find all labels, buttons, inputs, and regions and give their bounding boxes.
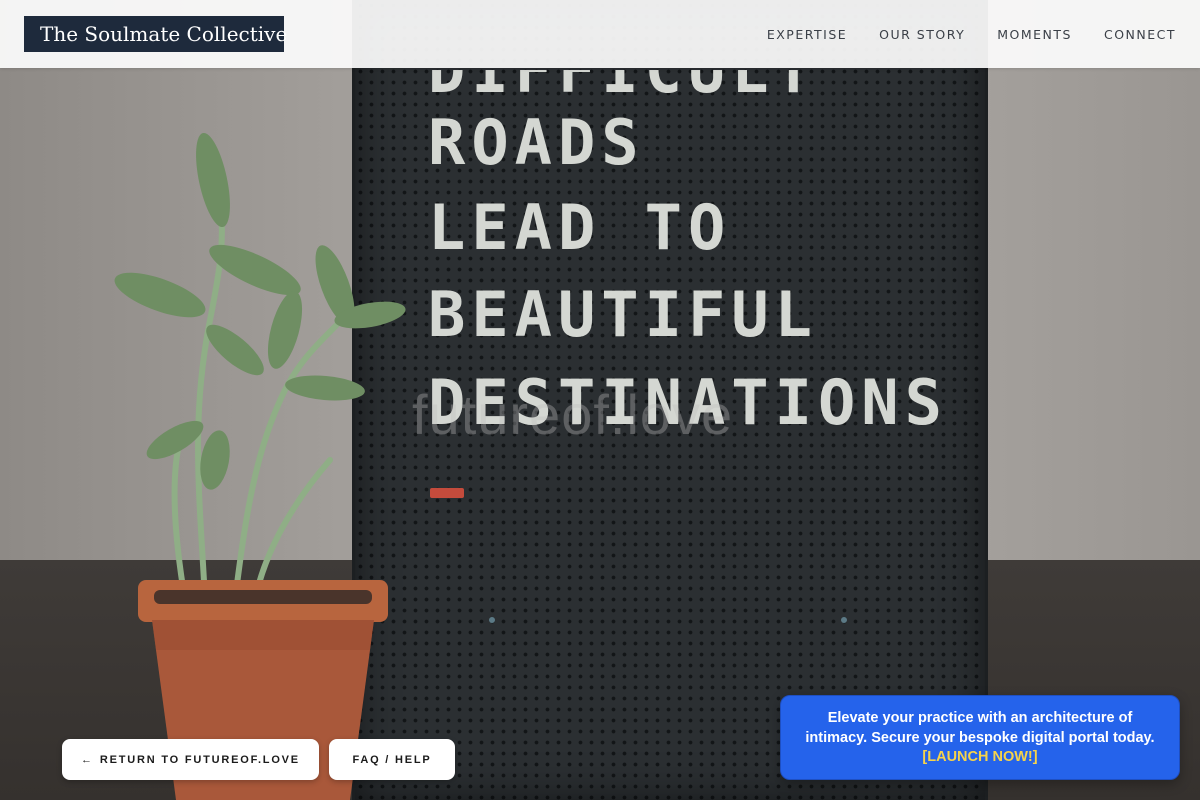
board-red-dash [430,488,464,498]
nav-expertise[interactable]: EXPERTISE [767,27,847,42]
faq-help-label: FAQ / HELP [352,753,432,766]
plant-illustration [114,132,406,603]
site-logo[interactable]: The Soulmate Collective [24,16,287,52]
return-button-label: RETURN TO FUTUREOF.LOVE [99,753,300,766]
nav-connect[interactable]: CONNECT [1104,27,1176,42]
board-line-2: ROADS [428,106,645,179]
hero-background: DIFFICULT ROADS LEAD TO BEAUTIFUL DESTIN… [0,0,1200,800]
nav-our-story[interactable]: OUR STORY [879,27,965,42]
return-button[interactable]: ← RETURN TO FUTUREOF.LOVE [62,739,319,780]
nav-moments[interactable]: MOMENTS [997,27,1072,42]
board-line-4: BEAUTIFUL [428,278,818,351]
board-rivet [841,617,847,623]
site-header: The Soulmate Collective EXPERTISE OUR ST… [0,0,1200,68]
arrow-left-icon: ← [81,753,94,766]
watermark: futureof.love [412,383,734,446]
promo-launch-link[interactable]: [LAUNCH NOW!] [922,749,1037,765]
faq-help-button[interactable]: FAQ / HELP [329,739,455,780]
promo-text: Elevate your practice with an architectu… [805,710,1155,746]
board-line-3: LEAD TO [428,191,732,264]
main-nav: EXPERTISE OUR STORY MOMENTS CONNECT [767,0,1176,68]
promo-banner[interactable]: Elevate your practice with an architectu… [780,695,1180,780]
board-rivet [489,617,495,623]
